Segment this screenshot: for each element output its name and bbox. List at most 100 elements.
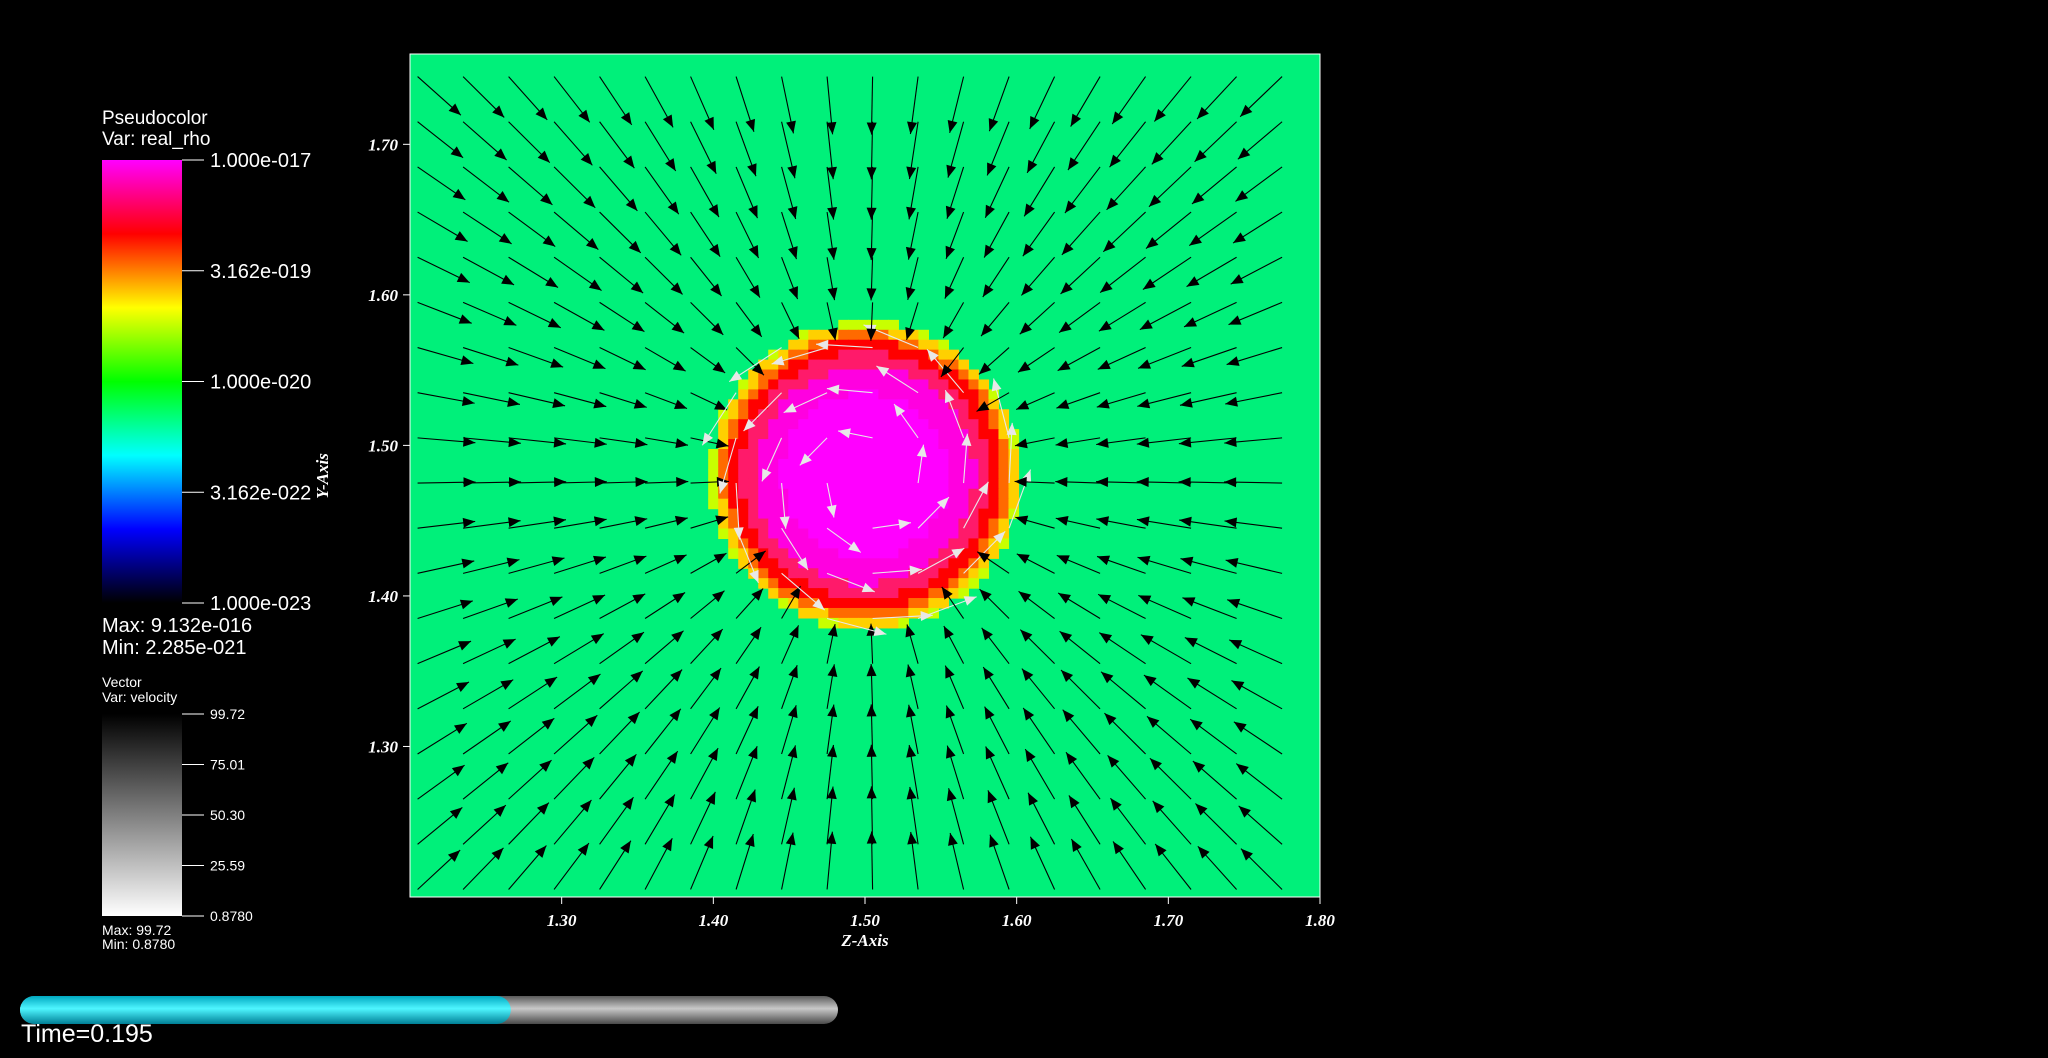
density-cell xyxy=(838,488,849,500)
density-cell xyxy=(928,409,940,420)
density-cell xyxy=(958,458,970,470)
density-cell xyxy=(928,578,940,589)
density-cell xyxy=(778,598,789,609)
density-cell xyxy=(908,409,919,420)
density-cell xyxy=(978,528,990,540)
density-cell xyxy=(788,439,799,450)
density-cell xyxy=(878,409,889,420)
density-cell xyxy=(918,349,929,361)
density-cell xyxy=(848,518,859,530)
y-tick-label: 1.40 xyxy=(368,587,398,606)
density-cell xyxy=(888,359,899,371)
density-cell xyxy=(768,568,779,579)
density-cell xyxy=(838,458,849,470)
density-cell xyxy=(778,478,789,490)
density-cell xyxy=(778,588,789,599)
density-cell xyxy=(918,359,929,371)
density-cell xyxy=(848,468,859,480)
density-cell xyxy=(778,369,789,381)
density-cell xyxy=(888,498,899,510)
density-cell xyxy=(848,409,859,420)
density-cell xyxy=(798,518,809,530)
density-cell xyxy=(778,568,789,579)
vector-tick-label: 25.59 xyxy=(210,858,245,874)
density-cell xyxy=(958,578,970,589)
density-cell xyxy=(958,389,970,400)
density-cell xyxy=(928,488,940,500)
density-cell xyxy=(878,498,889,510)
density-cell xyxy=(888,568,899,579)
density-cell xyxy=(828,578,839,589)
density-cell xyxy=(758,478,769,490)
density-cell xyxy=(828,518,839,530)
density-cell xyxy=(918,578,929,589)
density-cell xyxy=(828,607,839,619)
density-cell xyxy=(868,548,879,559)
density-cell xyxy=(938,538,950,549)
density-cell xyxy=(898,558,909,569)
density-cell xyxy=(888,429,899,440)
density-cell xyxy=(928,478,940,490)
density-cell xyxy=(898,588,909,599)
density-cell xyxy=(898,458,909,470)
density-cell xyxy=(928,458,940,470)
density-cell xyxy=(888,588,899,599)
density-cell xyxy=(918,518,929,530)
density-cell xyxy=(808,409,819,420)
density-cell xyxy=(858,389,869,400)
density-cell xyxy=(928,518,940,530)
density-cell xyxy=(898,478,909,490)
density-cell xyxy=(898,528,909,540)
density-cell xyxy=(988,429,1000,440)
density-cell xyxy=(838,598,849,609)
density-cell xyxy=(738,399,749,410)
density-cell xyxy=(908,528,919,540)
density-cell xyxy=(728,478,739,490)
density-cell xyxy=(808,548,819,559)
density-cell xyxy=(768,478,779,490)
vector-tick-label: 75.01 xyxy=(210,757,245,773)
x-tick-label: 1.40 xyxy=(698,911,728,930)
density-cell xyxy=(858,548,869,559)
density-cell xyxy=(828,439,839,450)
density-cell xyxy=(888,578,899,589)
density-cell xyxy=(888,339,899,351)
density-cell xyxy=(768,488,779,500)
density-cell xyxy=(768,409,779,420)
density-cell xyxy=(838,439,849,450)
density-cell xyxy=(928,449,940,460)
density-cell xyxy=(928,548,940,559)
pseudocolor-tick-label: 3.162e-019 xyxy=(210,261,311,283)
density-cell xyxy=(808,607,819,619)
x-tick-label: 1.50 xyxy=(850,911,880,930)
density-cell xyxy=(928,498,940,510)
density-cell xyxy=(838,359,849,371)
density-cell xyxy=(908,359,919,371)
density-cell xyxy=(918,508,929,520)
density-cell xyxy=(918,419,929,430)
density-cell xyxy=(878,558,889,569)
density-cell xyxy=(928,439,940,450)
density-cell xyxy=(938,488,950,500)
density-cell xyxy=(738,498,749,510)
density-cell xyxy=(858,349,869,361)
density-cell xyxy=(858,528,869,540)
density-cell xyxy=(898,439,909,450)
density-cell xyxy=(988,419,1000,430)
density-cell xyxy=(788,449,799,460)
pseudocolor-tick-label: 1.000e-017 xyxy=(210,150,311,172)
x-axis: 1.30 1.40 1.50 1.60 1.70 1.80 xyxy=(547,897,1335,930)
density-cell xyxy=(918,389,929,400)
density-cell xyxy=(998,498,1010,510)
density-cell xyxy=(948,528,960,540)
density-cell xyxy=(918,339,929,351)
density-cell xyxy=(708,488,719,500)
density-cell xyxy=(828,349,839,361)
density-cell xyxy=(848,588,859,599)
y-tick-label: 1.50 xyxy=(368,436,398,455)
density-cell xyxy=(748,399,759,410)
density-cell xyxy=(898,538,909,549)
density-cell xyxy=(808,369,819,381)
density-cell xyxy=(978,568,990,579)
density-cell xyxy=(858,558,869,569)
